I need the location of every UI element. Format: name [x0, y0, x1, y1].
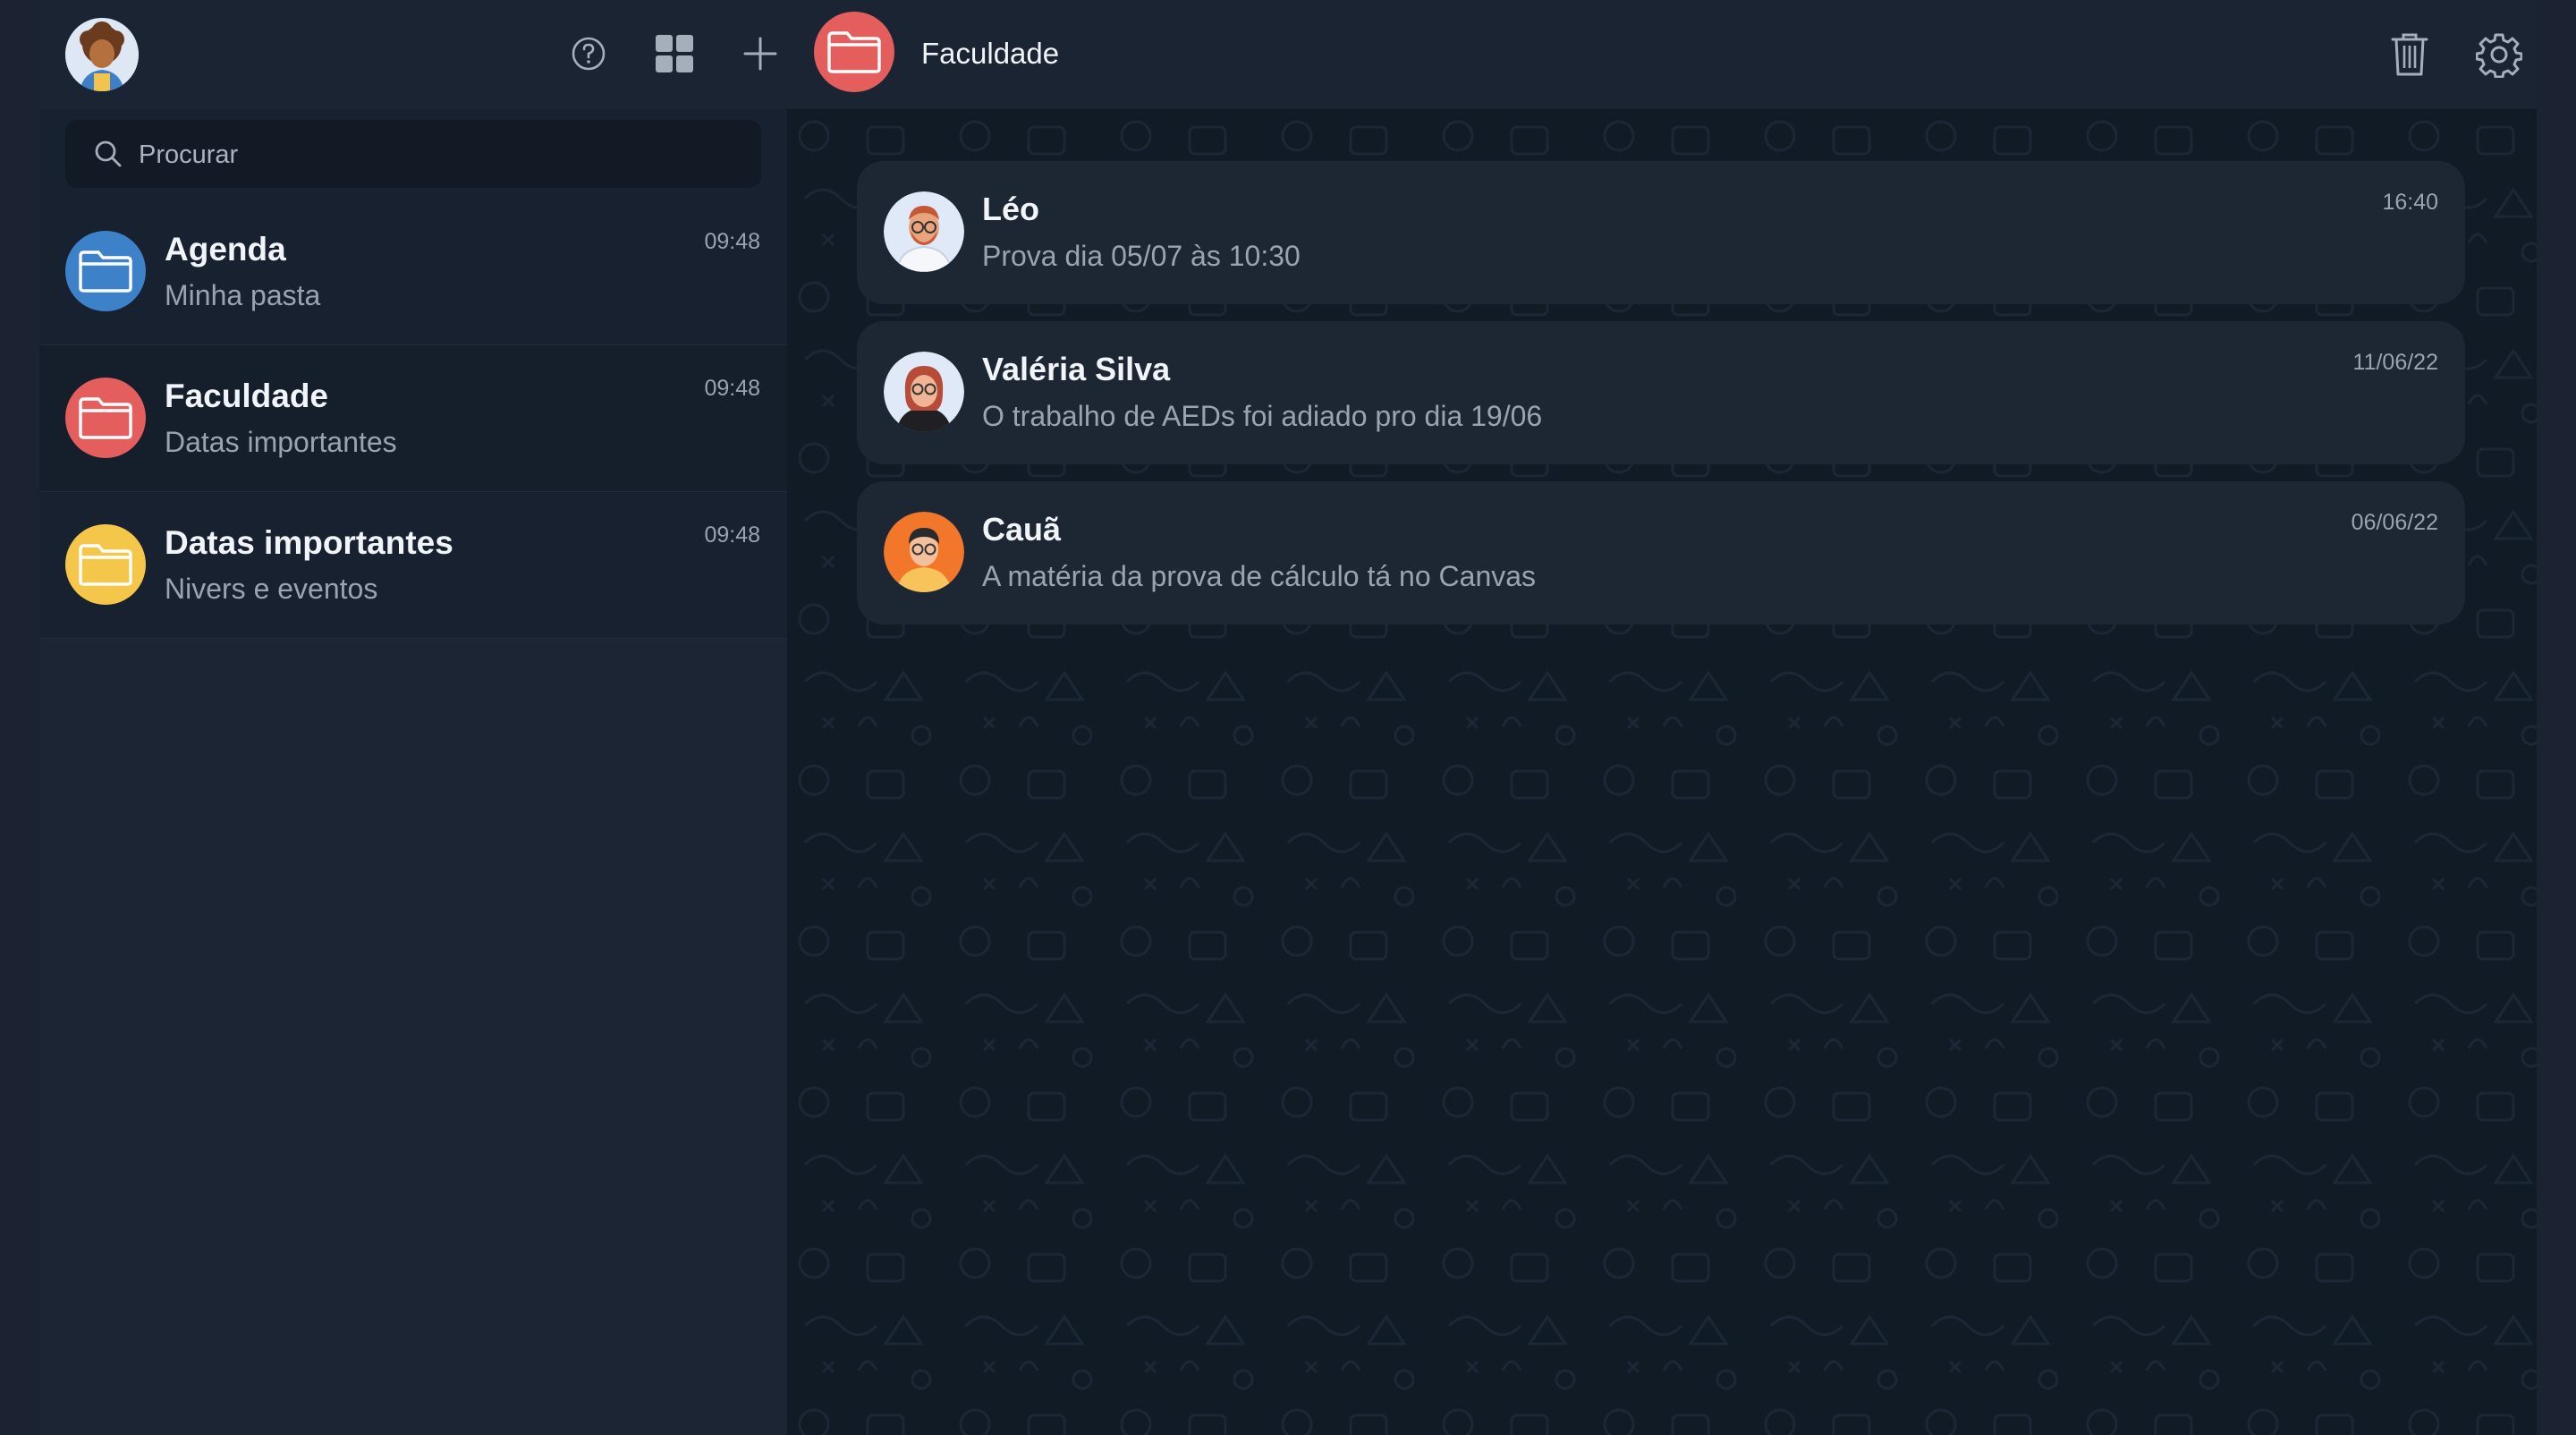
profile-avatar[interactable] — [65, 18, 139, 91]
folder-icon — [65, 524, 146, 605]
folder-subtitle: Minha pasta — [165, 279, 321, 311]
folder-time: 09:48 — [704, 229, 760, 254]
search-input[interactable] — [137, 120, 749, 190]
contact-name: Léo — [982, 191, 1040, 227]
message-item[interactable]: Valéria Silva O trabalho de AEDs foi adi… — [857, 321, 2465, 464]
help-icon[interactable] — [562, 27, 615, 81]
plus-icon[interactable] — [733, 27, 787, 81]
folder-subtitle: Nivers e eventos — [165, 573, 378, 605]
folder-title: Faculdade — [921, 37, 1060, 70]
folder-item-agenda[interactable]: Agenda Minha pasta 09:48 — [39, 199, 787, 345]
message-time: 11/06/22 — [2352, 350, 2438, 375]
search-box[interactable] — [65, 120, 761, 190]
folder-item-faculdade[interactable]: Faculdade Datas importantes 09:48 — [39, 345, 787, 492]
folder-name: Datas importantes — [165, 524, 453, 561]
sidebar-header — [39, 0, 787, 109]
message-preview: Prova dia 05/07 às 10:30 — [982, 240, 1301, 272]
folder-time: 09:48 — [704, 522, 760, 548]
search-bar — [39, 109, 787, 199]
folder-content: Faculdade Léo Prova dia 05/07 às 10:30 1… — [787, 0, 2537, 1435]
message-time: 06/06/22 — [2351, 510, 2438, 535]
folder-time: 09:48 — [704, 376, 760, 401]
folder-icon — [65, 231, 146, 311]
grid-icon[interactable] — [648, 27, 701, 81]
message-preview: A matéria da prova de cálculo tá no Canv… — [982, 560, 1537, 592]
contact-avatar — [884, 191, 964, 272]
folder-header: Faculdade — [787, 0, 2537, 109]
folder-icon — [65, 378, 146, 458]
contact-name: Valéria Silva — [982, 351, 1171, 387]
message-item[interactable]: Léo Prova dia 05/07 às 10:30 16:40 — [857, 161, 2465, 304]
folder-list: Agenda Minha pasta 09:48 Faculdade Datas… — [39, 199, 787, 639]
folder-name: Faculdade — [165, 378, 328, 414]
folder-subtitle: Datas importantes — [165, 426, 397, 458]
sidebar: Agenda Minha pasta 09:48 Faculdade Datas… — [39, 0, 787, 1435]
contact-avatar — [884, 512, 964, 592]
message-list: Léo Prova dia 05/07 às 10:30 16:40 Valér… — [857, 161, 2465, 641]
search-icon — [95, 140, 122, 167]
settings-icon[interactable] — [2472, 27, 2526, 82]
message-preview: O trabalho de AEDs foi adiado pro dia 19… — [982, 400, 1543, 432]
folder-item-datas-importantes[interactable]: Datas importantes Nivers e eventos 09:48 — [39, 492, 787, 639]
folder-icon — [814, 12, 894, 92]
message-time: 16:40 — [2382, 190, 2438, 215]
contact-name: Cauã — [982, 511, 1062, 548]
app-window: Agenda Minha pasta 09:48 Faculdade Datas… — [39, 0, 2537, 1435]
folder-name: Agenda — [165, 231, 286, 267]
contact-avatar — [884, 352, 964, 432]
trash-icon[interactable] — [2383, 27, 2436, 82]
message-item[interactable]: Cauã A matéria da prova de cálculo tá no… — [857, 481, 2465, 624]
